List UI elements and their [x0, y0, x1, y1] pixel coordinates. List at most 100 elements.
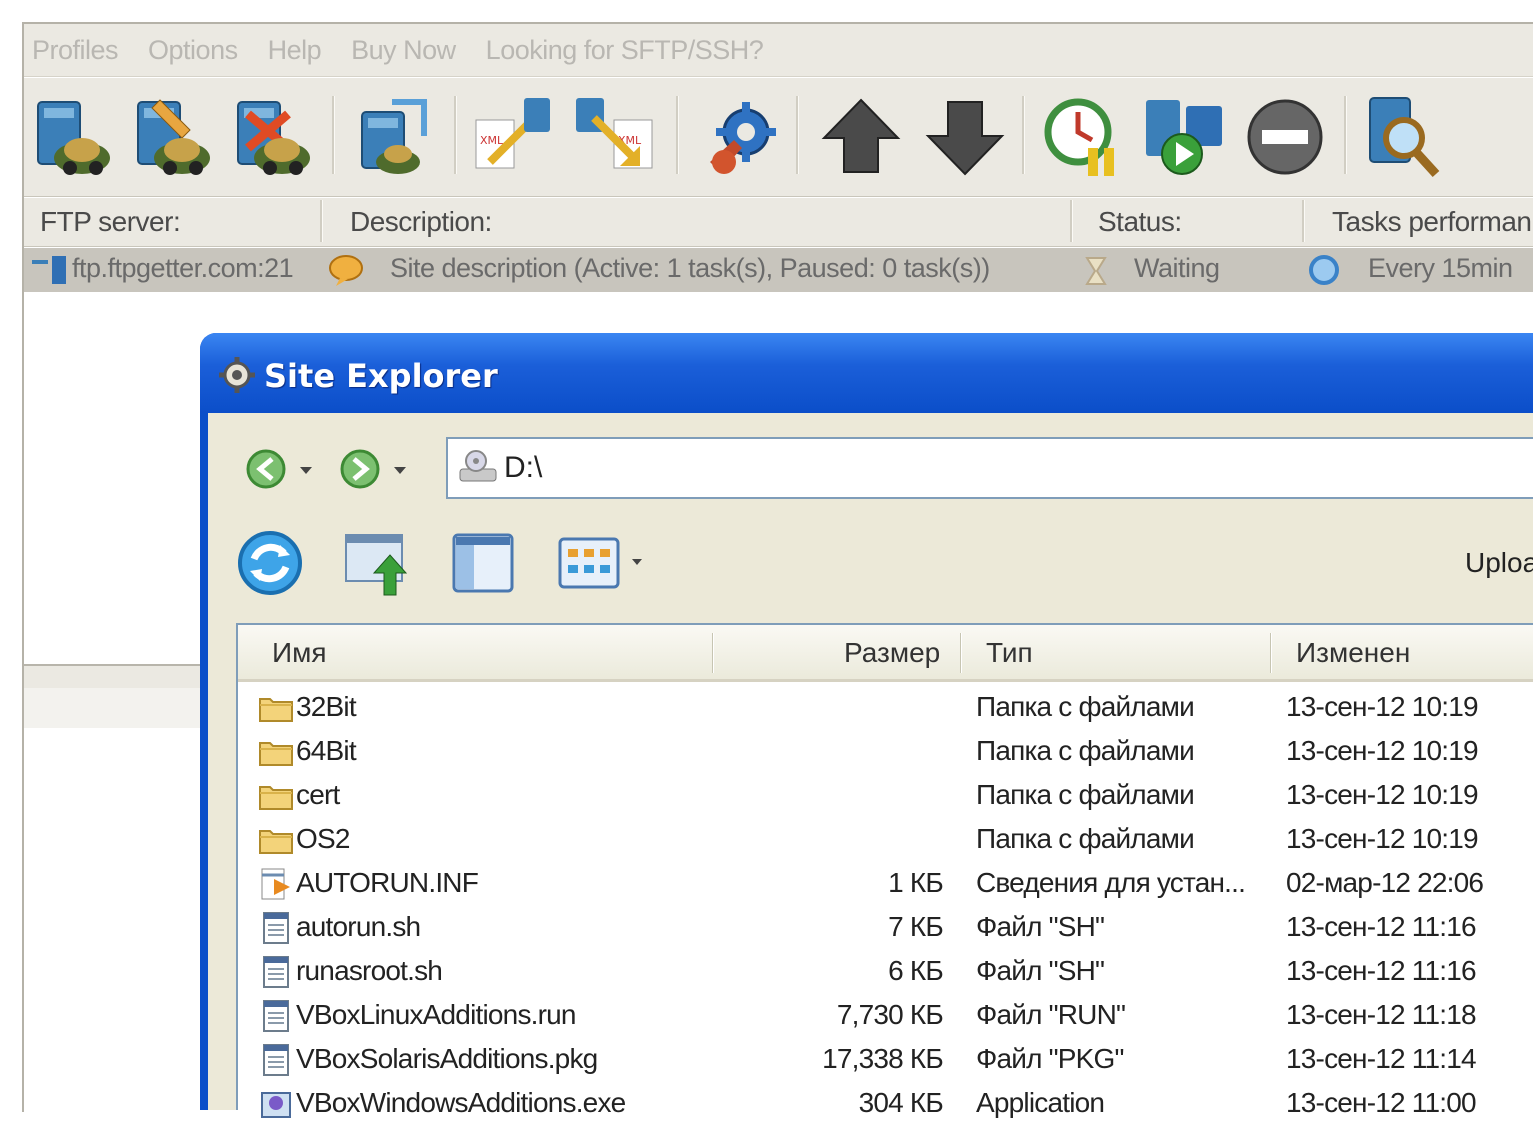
file-type: Файл "RUN"	[976, 999, 1126, 1030]
column-separator[interactable]	[1070, 200, 1073, 242]
up-folder-button[interactable]	[340, 525, 416, 601]
column-separator[interactable]	[712, 633, 714, 673]
upload-label[interactable]: Upload	[1465, 547, 1533, 579]
file-type: Сведения для устан...	[976, 867, 1246, 898]
chevron-down-icon	[394, 467, 406, 474]
column-separator[interactable]	[960, 633, 962, 673]
file-row[interactable]: 32Bit Папка с файлами 13-сен-12 10:19	[238, 687, 1533, 731]
settings-gear-icon	[710, 102, 776, 174]
folder-icon	[258, 691, 294, 725]
settings-button[interactable]	[694, 92, 784, 182]
new-profile-icon	[37, 101, 110, 175]
panel-toggle-button[interactable]	[446, 525, 522, 601]
lower-panel	[24, 688, 204, 728]
site-explorer-window: Site Explorer D:\ Uploa Имя Размер Тип И…	[200, 333, 1533, 1118]
column-separator[interactable]	[1270, 633, 1272, 673]
title-bar[interactable]: Site Explorer	[200, 333, 1533, 413]
file-type: Папка с файлами	[976, 823, 1195, 854]
scheduler-button[interactable]	[1038, 92, 1128, 182]
main-toolbar: XML XML	[24, 78, 1533, 197]
run-button[interactable]	[1140, 92, 1230, 182]
col-status[interactable]: Status:	[1098, 206, 1182, 238]
panel-splitter[interactable]	[24, 664, 204, 689]
file-name: VBoxLinuxAdditions.run	[296, 999, 577, 1030]
import-xml-button[interactable]: XML	[470, 92, 560, 182]
file-type: Файл "SH"	[976, 911, 1105, 942]
file-name: VBoxSolarisAdditions.pkg	[296, 1043, 598, 1074]
file-type: Application	[976, 1087, 1105, 1118]
new-profile-button[interactable]	[30, 92, 120, 182]
back-dropdown-button[interactable]	[294, 447, 318, 491]
header-type[interactable]: Тип	[986, 637, 1033, 669]
menu-bar: Profiles Options Help Buy Now Looking fo…	[24, 24, 1533, 77]
view-mode-button[interactable]	[554, 525, 654, 601]
move-down-button[interactable]	[920, 92, 1010, 182]
col-ftp-server[interactable]: FTP server:	[40, 206, 181, 238]
file-name: runasroot.sh	[296, 955, 443, 986]
file-modified: 13-сен-12 10:19	[1286, 735, 1479, 766]
forward-button[interactable]	[338, 447, 382, 491]
file-modified: 13-сен-12 11:14	[1286, 1043, 1477, 1074]
file-row[interactable]: VBoxLinuxAdditions.run 7,730 КБ Файл "RUN"…	[238, 995, 1533, 1039]
file-row[interactable]: AUTORUN.INF 1 КБ Сведения для устан... 02-м…	[238, 863, 1533, 907]
forward-dropdown-button[interactable]	[388, 447, 412, 491]
file-list-header: Имя Размер Тип Изменен	[238, 625, 1533, 682]
file-icon	[258, 1043, 294, 1077]
folder-icon	[258, 735, 294, 769]
panel-layout-icon	[452, 533, 514, 593]
import-xml-icon: XML	[475, 98, 550, 169]
site-description: Site description (Active: 1 task(s), Pau…	[390, 253, 990, 283]
folder-icon	[258, 779, 294, 813]
refresh-button[interactable]	[232, 525, 308, 601]
refresh-icon	[238, 531, 302, 595]
file-modified: 13-сен-12 10:19	[1286, 779, 1479, 810]
file-type: Файл "SH"	[976, 955, 1105, 986]
col-description[interactable]: Description:	[350, 206, 492, 238]
file-row[interactable]: VBoxWindowsAdditions.exe 304 КБ Applicatio…	[238, 1083, 1533, 1127]
menu-options[interactable]: Options	[148, 35, 238, 66]
delete-profile-button[interactable]	[230, 92, 320, 182]
column-separator[interactable]	[1302, 200, 1305, 242]
toolbar-separator	[796, 96, 799, 174]
address-bar[interactable]: D:\	[446, 437, 1533, 499]
file-row[interactable]: 64Bit Папка с файлами 13-сен-12 10:19	[238, 731, 1533, 775]
export-xml-button[interactable]: XML	[570, 92, 660, 182]
edit-profile-icon	[137, 99, 210, 175]
stop-button[interactable]	[1240, 92, 1330, 182]
file-row[interactable]: OS2 Папка с файлами 13-сен-12 10:19	[238, 819, 1533, 863]
file-name: VBoxWindowsAdditions.exe	[296, 1087, 626, 1118]
file-name: AUTORUN.INF	[296, 867, 479, 898]
gear-app-icon	[219, 357, 255, 393]
search-button[interactable]	[1360, 92, 1450, 182]
explorer-body: D:\ Upload Имя Размер Тип Изменен	[208, 413, 1533, 1118]
file-row[interactable]: runasroot.sh 6 КБ Файл "SH" 13-сен-12 11:16	[238, 951, 1533, 995]
menu-sftp-link[interactable]: Looking for SFTP/SSH?	[486, 35, 764, 66]
file-size: 304 КБ	[858, 1087, 944, 1118]
folder-icon	[258, 823, 294, 857]
menu-buy-now[interactable]: Buy Now	[351, 35, 456, 66]
header-name[interactable]: Имя	[272, 637, 327, 669]
server-icon	[32, 256, 66, 284]
connect-button[interactable]	[352, 92, 442, 182]
connect-icon	[361, 99, 427, 174]
stop-icon	[1247, 99, 1323, 175]
file-row[interactable]: cert Папка с файлами 13-сен-12 10:19	[238, 775, 1533, 819]
edit-profile-button[interactable]	[130, 92, 220, 182]
move-up-button[interactable]	[816, 92, 906, 182]
arrow-up-icon	[821, 98, 901, 173]
menu-profiles[interactable]: Profiles	[32, 35, 119, 66]
col-tasks[interactable]: Tasks performan	[1332, 206, 1532, 238]
file-size: 7 КБ	[888, 911, 944, 942]
file-modified: 13-сен-12 11:16	[1286, 911, 1477, 942]
menu-help[interactable]: Help	[268, 35, 322, 66]
column-separator[interactable]	[320, 200, 323, 242]
file-icon	[258, 999, 294, 1033]
file-row[interactable]: autorun.sh 7 КБ Файл "SH" 13-сен-12 11:16	[238, 907, 1533, 951]
back-button[interactable]	[246, 447, 290, 491]
header-modified[interactable]: Изменен	[1296, 637, 1410, 669]
file-row[interactable]: VBoxSolarisAdditions.pkg 17,338 КБ Файл "P…	[238, 1039, 1533, 1083]
header-size[interactable]: Размер	[844, 637, 940, 669]
file-name: cert	[296, 779, 340, 810]
site-row[interactable]: ftp.ftpgetter.com:21 Site description (A…	[24, 248, 1533, 292]
toolbar-separator	[332, 96, 335, 174]
